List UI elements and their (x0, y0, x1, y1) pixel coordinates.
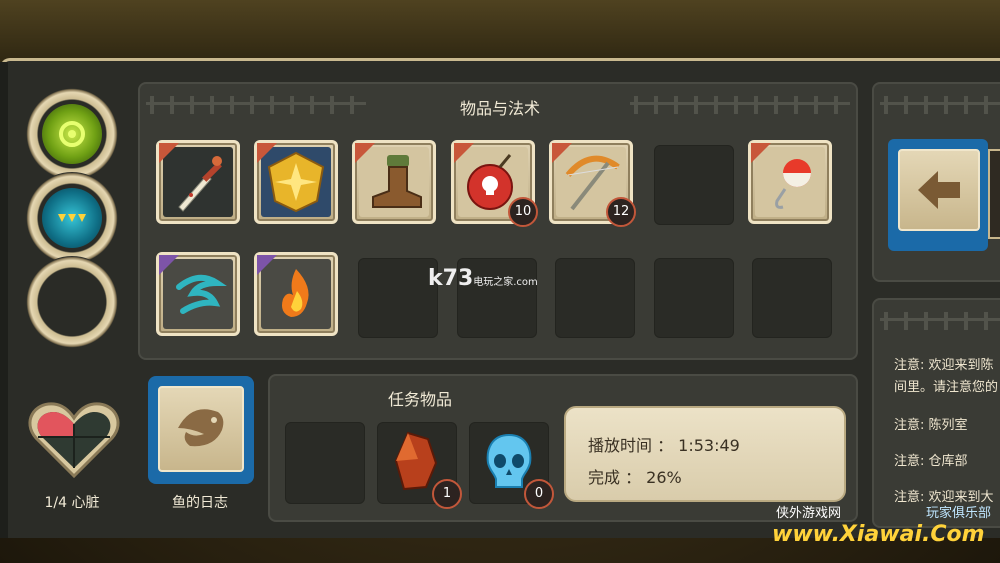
item-slot-golden-shield[interactable] (254, 140, 338, 224)
heart-fraction-label: 1/4 心脏 (44, 495, 100, 511)
boot-icon (372, 155, 422, 208)
note-line: 注意: 仓库部 (894, 454, 968, 469)
left-rail (0, 62, 8, 538)
quest-slot-crystal-skull[interactable]: 0 (469, 422, 554, 509)
greek-border-left (146, 96, 366, 114)
ability-slot-3-empty[interactable] (26, 256, 118, 348)
item-slot-fishing-bobber[interactable] (748, 140, 832, 224)
wind-rune-icon (176, 274, 227, 314)
item-slot-bomb[interactable]: 10 (451, 140, 538, 227)
map-tile-partial (988, 149, 1000, 239)
item-slot-boot[interactable] (352, 140, 436, 224)
ability-slot-1[interactable] (26, 88, 118, 180)
quest-slot-red-crystal[interactable]: 1 (377, 422, 462, 509)
quest-slot-empty[interactable] (285, 422, 365, 504)
item-count-badge: 12 (606, 197, 636, 227)
k73-com: .com (513, 277, 538, 288)
spell-slot-empty[interactable] (654, 258, 734, 338)
completion-text: 完成 ： 26% (588, 468, 682, 487)
item-slot-empty[interactable] (654, 145, 734, 225)
back-arrow-button[interactable] (888, 139, 988, 251)
playtime-text: 播放时间 ： 1:53:49 (588, 436, 740, 455)
items-panel-title: 物品与法术 (459, 99, 540, 118)
fire-rune-icon (282, 269, 309, 317)
k73-logo-text: k73 (428, 266, 474, 291)
xiawai-cn-watermark: 侠外游戏网 (776, 506, 842, 521)
item-slot-crossbow[interactable]: 12 (549, 140, 636, 227)
greek-border-map (880, 96, 1000, 114)
quest-item-count-badge: 0 (524, 479, 554, 509)
xiawai-club-watermark: 玩家俱乐部 (926, 506, 992, 521)
greek-border-right (630, 96, 850, 114)
fish-log-face (158, 386, 244, 472)
item-count-badge: 10 (508, 197, 538, 227)
golden-shield-icon (267, 151, 325, 213)
fish-icon (178, 409, 224, 447)
heart-container-icon (26, 396, 122, 482)
spell-slot-wind-rune[interactable] (156, 252, 240, 336)
k73-watermark: k73电玩之家.com (428, 266, 538, 291)
fish-log-label: 鱼的日志 (172, 495, 228, 511)
green-orb-icon (42, 104, 102, 164)
stats-box: 播放时间 ： 1:53:49 完成 ： 26% (564, 406, 846, 502)
fishing-bobber-icon (775, 159, 811, 209)
note-line: 注意: 欢迎来到陈 (894, 358, 994, 373)
spell-slot-empty[interactable] (358, 258, 438, 338)
item-slot-sword[interactable] (156, 140, 240, 224)
greek-border-notes (880, 312, 1000, 330)
spell-slot-empty[interactable] (555, 258, 635, 338)
game-background-top (0, 0, 1000, 62)
sword-icon (178, 156, 222, 212)
note-line: 间里。请注意您的 (894, 380, 999, 395)
k73-sub: 电玩之家 (473, 277, 514, 288)
triangles-orb-icon (42, 188, 102, 248)
fish-log-button[interactable] (148, 376, 254, 484)
xiawai-url-watermark: www.Xiawai.Com (772, 522, 985, 547)
spell-slot-empty[interactable] (752, 258, 832, 338)
spell-slot-fire-rune[interactable] (254, 252, 338, 336)
back-arrow-face (898, 149, 980, 231)
note-line: 注意: 陈列室 (894, 418, 968, 433)
quest-panel-title: 任务物品 (387, 390, 452, 409)
quest-item-count-badge: 1 (432, 479, 462, 509)
ability-slot-2[interactable] (26, 172, 118, 264)
arrow-left-icon (918, 171, 960, 209)
